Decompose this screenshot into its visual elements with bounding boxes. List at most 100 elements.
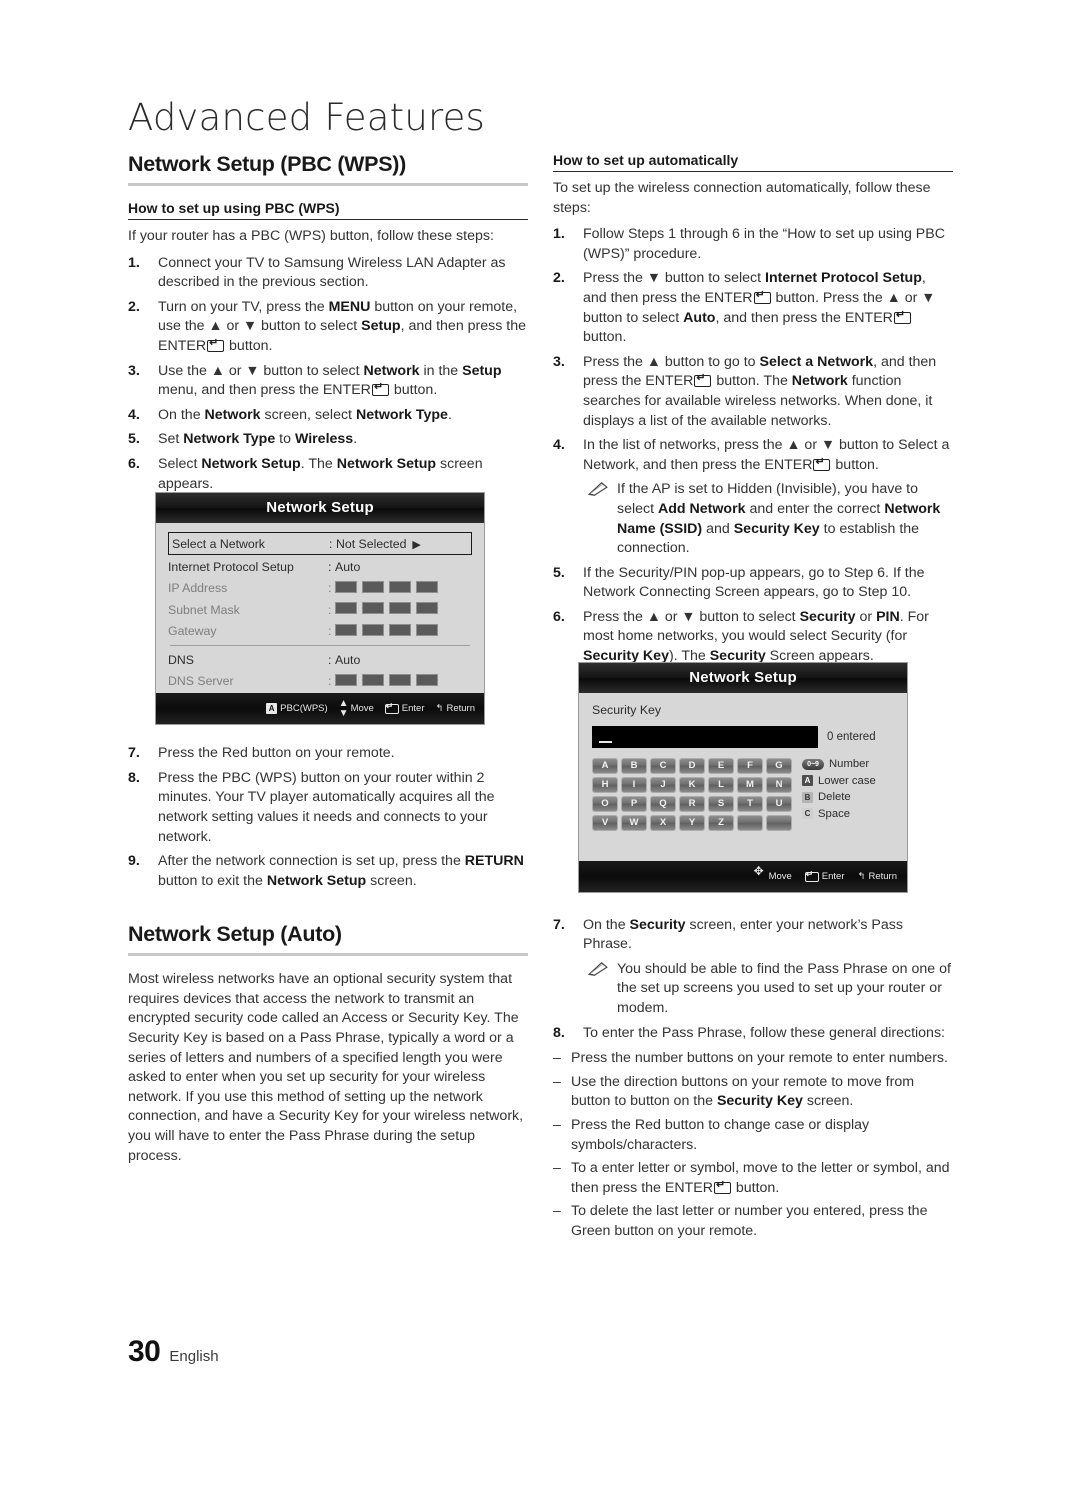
keyboard-key[interactable]: D	[679, 758, 705, 774]
color-button-c-icon: C	[802, 808, 813, 819]
tv1-menu-row[interactable]: Gateway:	[168, 621, 472, 643]
onscreen-keyboard[interactable]: ABCDEFG HIJKLMN OPQRSTU VWXYZ	[592, 758, 792, 831]
keyboard-key[interactable]: B	[621, 758, 647, 774]
return-arrow-icon: ↰	[857, 871, 866, 882]
keyboard-key[interactable]: O	[592, 796, 618, 812]
chevron-right-icon: ▶	[412, 538, 421, 551]
keyboard-legend-row: 0~9 Number	[802, 758, 876, 770]
step-text: On the Security screen, enter your netwo…	[583, 916, 903, 953]
keyboard-key[interactable]: Z	[708, 815, 734, 831]
tv1-row-colon: :	[328, 602, 332, 617]
tv1-menu-row[interactable]: IP Address:	[168, 578, 472, 600]
step-number: 3.	[128, 362, 140, 379]
step-number: 1.	[553, 226, 565, 243]
red-button-a-icon: A	[266, 703, 278, 714]
step-item: 3. Press the ▲ button to go to Select a N…	[553, 353, 953, 431]
keyboard-key[interactable]: A	[592, 758, 618, 774]
keyboard-key[interactable]: H	[592, 777, 618, 793]
keyboard-key[interactable]: X	[650, 815, 676, 831]
tv2-footer-label-1: Enter	[821, 871, 845, 882]
step-text: Press the ▲ or ▼ button to select Securi…	[583, 608, 929, 665]
tv2-input-row: 0 entered	[592, 726, 894, 748]
keyboard-key[interactable]: C	[650, 758, 676, 774]
value-block	[389, 602, 411, 615]
dash-bullet-icon: –	[553, 1050, 561, 1067]
keyboard-key[interactable]: V	[592, 815, 618, 831]
tv1-footer-label-0: PBC(WPS)	[280, 703, 328, 714]
text-caret-icon	[599, 740, 612, 743]
tv2-footer-return: ↰ Return	[858, 871, 897, 882]
tv2-footer-move: Move	[754, 866, 792, 882]
keyboard-key-blank[interactable]	[766, 815, 792, 831]
dash-bullet-icon: –	[553, 1073, 561, 1090]
keyboard-key[interactable]: E	[708, 758, 734, 774]
keyboard-key[interactable]: W	[621, 815, 647, 831]
keyboard-key[interactable]: R	[679, 796, 705, 812]
keyboard-key[interactable]: T	[737, 796, 763, 812]
keyboard-key[interactable]: G	[766, 758, 792, 774]
keyboard-key[interactable]: M	[737, 777, 763, 793]
tv1-menu-row[interactable]: Internet Protocol Setup: Auto	[168, 556, 472, 578]
tv1-row-value: Not Selected	[336, 536, 407, 551]
keyboard-key[interactable]: N	[766, 777, 792, 793]
tv1-row-colon: :	[328, 559, 332, 574]
document-page: Advanced Features Network Setup (PBC (WP…	[0, 0, 1080, 1494]
tv1-row-label: Subnet Mask	[168, 602, 240, 617]
tv1-row-colon: :	[328, 652, 332, 667]
keyboard-key[interactable]: F	[737, 758, 763, 774]
tv-screen-security-key: Network Setup Security Key 0 entered ABC…	[578, 662, 908, 893]
tv1-menu-row[interactable]: Subnet Mask:	[168, 599, 472, 621]
tv1-title-bar: Network Setup	[156, 493, 484, 523]
tv1-row-value-cell	[335, 673, 472, 689]
keyboard-key[interactable]: K	[679, 777, 705, 793]
tv1-row-colon: :	[328, 581, 332, 596]
keyboard-key[interactable]: L	[708, 777, 734, 793]
tv1-row-value: Auto	[335, 652, 361, 667]
step-item: 4. In the list of networks, press the ▲ o…	[553, 436, 953, 559]
security-key-input[interactable]	[592, 726, 818, 748]
tv1-menu-row[interactable]: Select a Network: Not Selected ▶	[168, 532, 472, 555]
up-down-arrows-icon: ▲ ▼	[338, 697, 349, 719]
dash-bullet-icon: –	[553, 1203, 561, 1220]
keyboard-key[interactable]: S	[708, 796, 734, 812]
tv1-menu-list: Select a Network: Not Selected ▶ Internet P…	[156, 523, 484, 693]
page-number: 30	[128, 1335, 161, 1368]
tv2-title-bar: Network Setup	[579, 663, 907, 693]
step-item: 8. To enter the Pass Phrase, follow these…	[553, 1024, 953, 1044]
tv2-footer-label-2: Return	[868, 871, 897, 882]
tv2-body: Security Key 0 entered ABCDEFGHIJKLMNOPQ…	[579, 693, 907, 861]
step-item: 6. Select Network Setup. The Network Setu…	[128, 455, 528, 494]
page-title: Advanced Features	[128, 96, 486, 139]
keyboard-key[interactable]: I	[621, 777, 647, 793]
step-number: 8.	[128, 769, 140, 786]
step-item: 8. Press the PBC (WPS) button on your rou…	[128, 769, 528, 847]
tv1-row-value-cell	[335, 580, 472, 596]
bullet-text: Use the direction buttons on your remote…	[571, 1073, 915, 1110]
keyboard-key[interactable]: Y	[679, 815, 705, 831]
keyboard-key[interactable]: P	[621, 796, 647, 812]
keyboard-legend-label: Space	[818, 807, 851, 820]
tv1-menu-row[interactable]: DNS: Auto	[168, 649, 472, 671]
keyboard-key[interactable]: Q	[650, 796, 676, 812]
tv1-row-colon: :	[328, 674, 332, 689]
color-button-b-icon: B	[802, 791, 813, 803]
step-number: 4.	[128, 406, 140, 423]
entered-count-label: 0 entered	[827, 731, 876, 743]
tv1-value-blocks	[335, 623, 438, 636]
step-item: 1. Follow Steps 1 through 6 in the “How t…	[553, 225, 953, 264]
tv1-menu-row[interactable]: DNS Server:	[168, 671, 472, 693]
keyboard-key[interactable]: J	[650, 777, 676, 793]
section-heading-pbc: Network Setup (PBC (WPS))	[128, 152, 406, 176]
tv1-row-label: DNS Server	[168, 674, 234, 689]
step-number: 7.	[128, 745, 140, 762]
keyboard-key-blank[interactable]	[737, 815, 763, 831]
step-text: If the Security/PIN pop-up appears, go t…	[583, 564, 925, 601]
step-number: 3.	[553, 353, 565, 370]
value-block	[335, 623, 357, 636]
steps-list-auto-continued: 7. On the Security screen, enter your net…	[553, 916, 953, 1044]
step-text: On the Network screen, select Network Ty…	[158, 406, 452, 423]
keyboard-key[interactable]: U	[766, 796, 792, 812]
value-block	[362, 673, 384, 686]
tv1-row-label: Select a Network	[172, 536, 265, 551]
keyboard-legend-label: Lower case	[818, 774, 876, 787]
